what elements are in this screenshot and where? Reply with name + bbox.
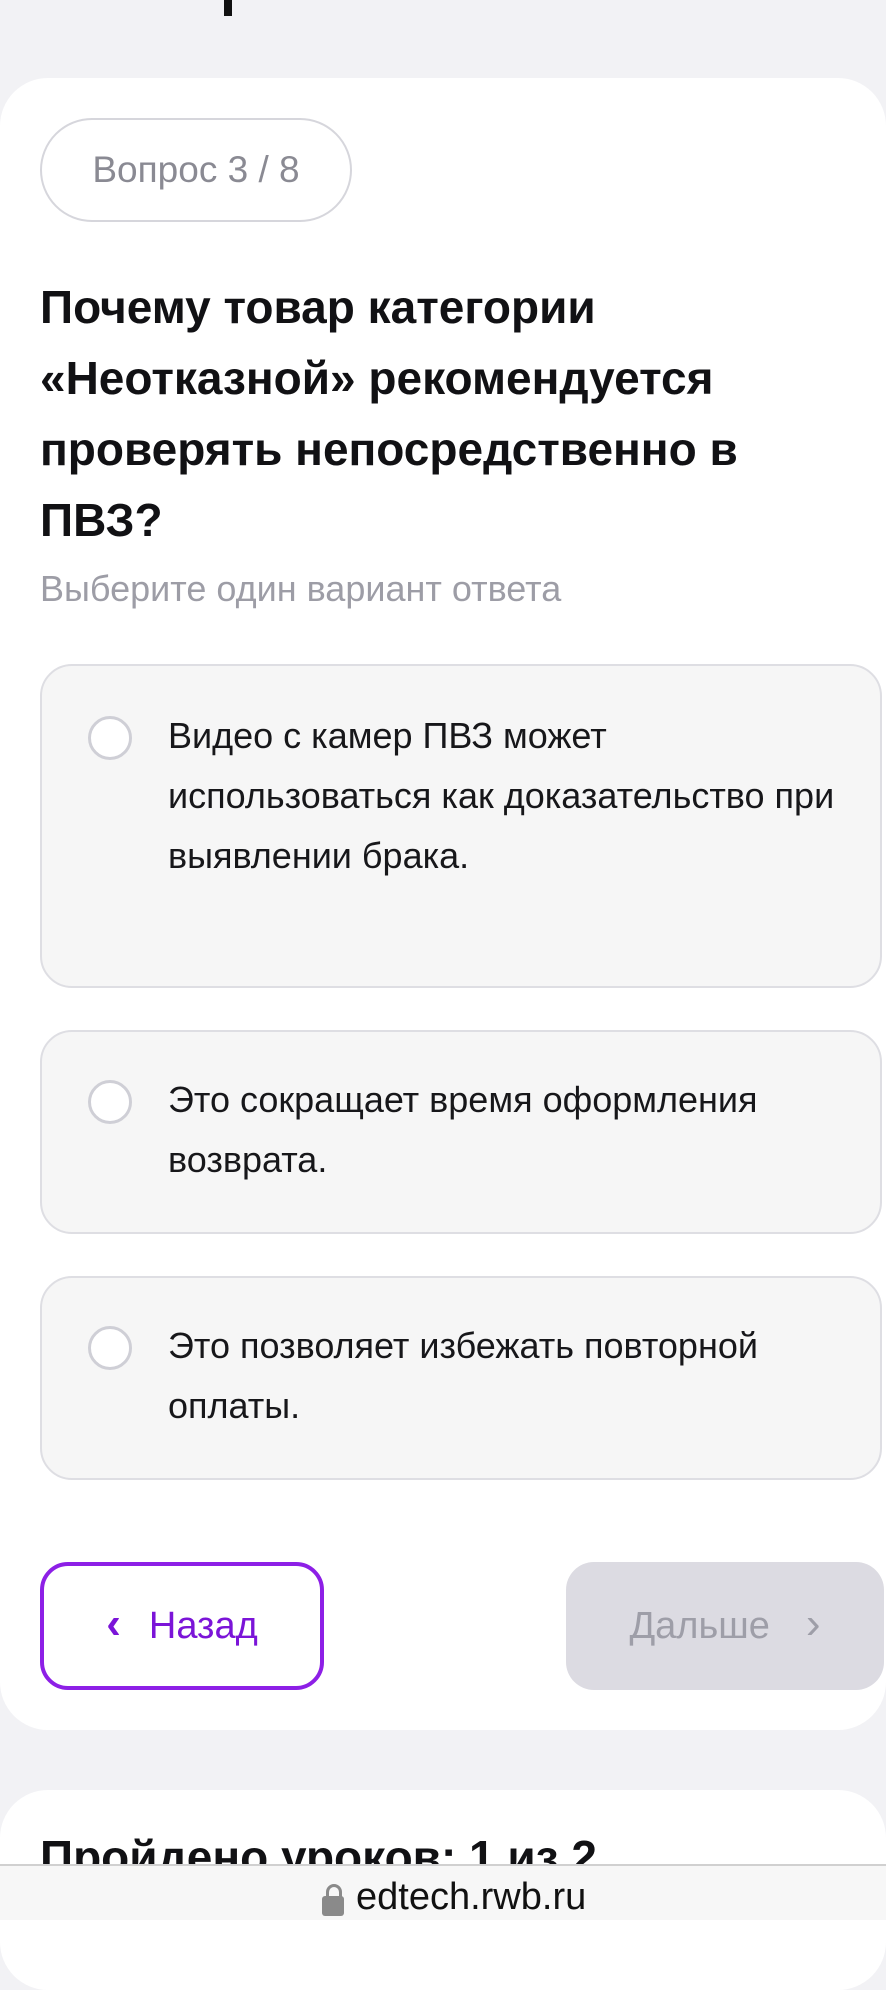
- top-fragment: [224, 0, 232, 16]
- answer-hint: Выберите один вариант ответа: [40, 568, 562, 609]
- answer-option-label: Это сокращает время оформления возврата.: [168, 1079, 758, 1180]
- radio-icon[interactable]: [88, 1080, 132, 1124]
- answer-option-3[interactable]: Это позволяет избежать повторной оплаты.: [40, 1276, 882, 1480]
- radio-icon[interactable]: [88, 1326, 132, 1370]
- next-button-label: Дальше: [629, 1604, 770, 1647]
- browser-address-bar[interactable]: edtech.rwb.ru: [0, 1864, 886, 1920]
- question-text: Почему товар категории «Неотказной» реко…: [40, 281, 738, 546]
- url-text: edtech.rwb.ru: [356, 1876, 587, 1918]
- next-button[interactable]: Дальше ›: [566, 1562, 884, 1690]
- chevron-left-icon: ‹: [106, 1599, 121, 1648]
- answer-option-label: Видео с камер ПВЗ может использоваться к…: [168, 715, 835, 876]
- answer-option-2[interactable]: Это сокращает время оформления возврата.: [40, 1030, 882, 1234]
- back-button[interactable]: ‹ Назад: [40, 1562, 324, 1690]
- chevron-right-icon: ›: [805, 1599, 821, 1648]
- answer-option-1[interactable]: Видео с камер ПВЗ может использоваться к…: [40, 664, 882, 988]
- answer-option-label: Это позволяет избежать повторной оплаты.: [168, 1325, 758, 1426]
- lock-icon: [322, 1884, 344, 1920]
- question-counter-badge: Вопрос 3 / 8: [40, 118, 352, 222]
- radio-icon[interactable]: [88, 716, 132, 760]
- url-display[interactable]: edtech.rwb.ru: [322, 1876, 586, 1920]
- back-button-label: Назад: [148, 1604, 258, 1647]
